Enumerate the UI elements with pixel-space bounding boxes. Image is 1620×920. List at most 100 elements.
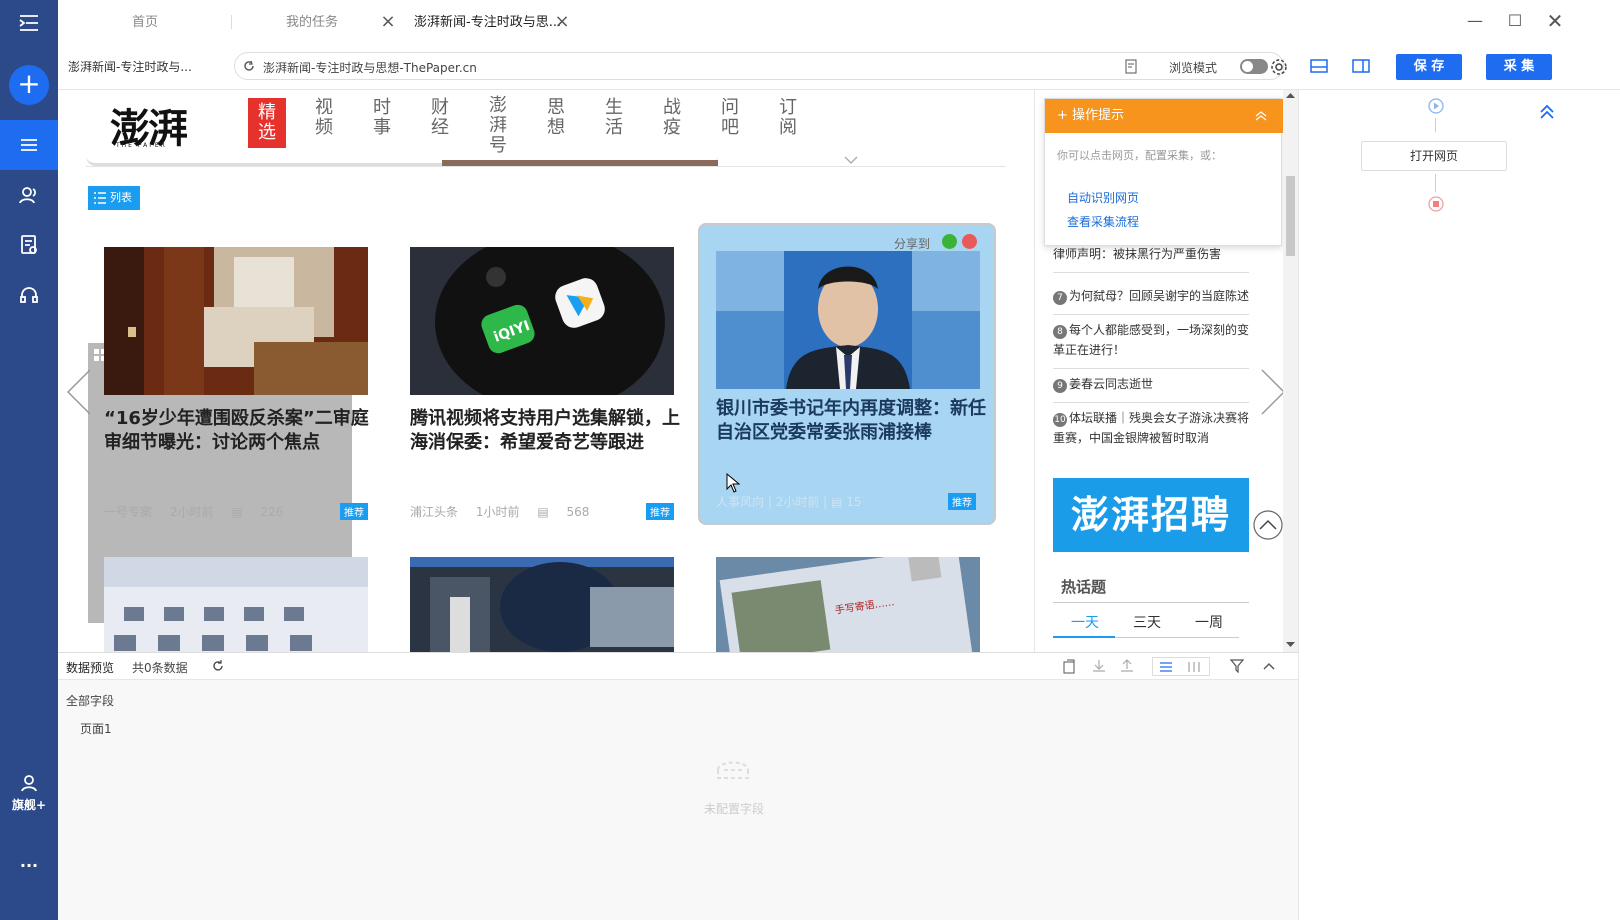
nav-label: 生活 (605, 97, 623, 138)
rank-number: 7 (1053, 291, 1067, 305)
layout-right-icon[interactable] (1352, 58, 1370, 74)
open-page-node[interactable]: 打开网页 (1361, 141, 1507, 171)
rank-text: 每个人都能感受到，一场深刻的变革正在进行！ (1053, 323, 1250, 357)
reload-icon (244, 60, 254, 71)
close-window-icon[interactable]: ✕ (1540, 8, 1570, 34)
news-card[interactable]: iQIYI 腾讯视频将支持用户选集解锁，上海消保委：希望爱奇艺等跟进 浦江头条 … (410, 247, 680, 527)
people-icon (19, 187, 36, 204)
rank-text: 律师声明：被抹黑行为严重伤害 (1053, 247, 1222, 261)
weibo-share-icon[interactable] (962, 234, 977, 249)
hot-tab-three-days[interactable]: 三天 (1133, 612, 1161, 632)
maximize-icon[interactable]: ☐ (1500, 8, 1530, 34)
collapse-up-icon[interactable] (1539, 104, 1555, 120)
rank-text: 为何弑母？回顾吴谢宇的当庭陈述 (1069, 289, 1250, 303)
tab-thepaper[interactable]: 澎湃新闻-专注时政与思... (414, 0, 561, 46)
nav-item-ask[interactable]: 问吧 (710, 98, 750, 138)
news-time: 2小时前 (775, 495, 820, 509)
nav-item-pengpai-hao[interactable]: 澎湃号 (478, 96, 518, 156)
recruit-banner[interactable]: 澎湃招聘 (1053, 478, 1249, 552)
nav-item-thought[interactable]: 思想 (536, 98, 576, 138)
page1-tab[interactable]: 页面1 (80, 720, 112, 737)
news-card-highlighted[interactable]: 分享到 银川市委书记年内再度调整：新任自治区党委常委张雨浦接棒 人事风向 | 2… (698, 223, 996, 525)
save-button[interactable]: 保 存 (1396, 54, 1462, 80)
news-source[interactable]: 一号专案 (104, 505, 152, 519)
browse-mode-label: 浏览模式 (1169, 61, 1218, 75)
rank-item[interactable]: 7 为何弑母？回顾吴谢宇的当庭陈述 (1053, 286, 1249, 315)
comment-icon: ▤ (231, 505, 243, 519)
more-options-button[interactable]: ... (0, 852, 58, 871)
auto-detect-link[interactable]: 自动识别网页 (1067, 189, 1139, 206)
news-source[interactable]: 浦江头条 (410, 505, 458, 519)
nav-item-finance[interactable]: 财经 (420, 98, 460, 138)
hot-tab-indicator (1053, 636, 1115, 638)
vertical-scrollbar[interactable] (1283, 90, 1298, 652)
rank-item[interactable]: 律师声明：被抹黑行为严重伤害 (1053, 244, 1249, 273)
export-icon[interactable] (1062, 659, 1076, 674)
nav-item-life[interactable]: 生活 (594, 98, 634, 138)
expand-up-icon[interactable] (1262, 659, 1276, 673)
columns-view-icon[interactable] (1187, 661, 1201, 673)
news-image (716, 251, 980, 389)
nav-item-featured[interactable]: 精选 (248, 98, 286, 148)
stop-icon[interactable] (1428, 196, 1444, 212)
news-meta: 人事风向 | 2小时前 | ▤ 15 (716, 495, 862, 509)
menu-toggle-icon[interactable] (0, 0, 58, 46)
view-flow-link[interactable]: 查看采集流程 (1067, 213, 1139, 230)
nav-item-video[interactable]: 视频 (304, 98, 344, 138)
news-title[interactable]: 银川市委书记年内再度调整：新任自治区党委常委张雨浦接棒 (716, 397, 986, 445)
minimize-icon[interactable]: — (1460, 8, 1490, 34)
news-comment-count: 226 (260, 505, 284, 519)
carousel-prev-icon[interactable] (64, 368, 94, 416)
view-list-label: 列表 (110, 191, 132, 204)
nav-item-subscribe[interactable]: 订阅 (768, 98, 808, 138)
browse-mode-toggle[interactable] (1240, 59, 1268, 74)
nav-item-epidemic[interactable]: 战疫 (652, 98, 692, 138)
tips-header[interactable]: + 操作提示 (1045, 99, 1283, 133)
rank-item[interactable]: 9 姜春云同志逝世 (1053, 374, 1249, 403)
all-fields-tab[interactable]: 全部字段 (66, 692, 114, 709)
tab-close-icon[interactable]: × (554, 13, 570, 31)
tab-close-icon[interactable]: × (380, 13, 396, 31)
support-nav-button[interactable] (0, 272, 58, 318)
news-source[interactable]: 人事风向 (716, 495, 764, 509)
task-list-nav-button[interactable] (0, 120, 58, 170)
people-nav-button[interactable] (0, 172, 58, 218)
download-icon[interactable] (1092, 659, 1106, 673)
rank-item[interactable]: 10 体坛联播｜残奥会女子游泳决赛将重赛，中国金银牌被暂时取消 (1053, 408, 1249, 456)
filter-icon[interactable] (1230, 659, 1244, 673)
news-title[interactable]: 腾讯视频将支持用户选集解锁，上海消保委：希望爱奇艺等跟进 (410, 407, 680, 455)
tab-home[interactable]: 首页 (132, 0, 158, 46)
nav-item-current-affairs[interactable]: 时事 (362, 98, 402, 138)
news-comment-count: 15 (846, 495, 862, 509)
scrollbar-thumb[interactable] (1286, 176, 1295, 256)
news-image: iQIYI (410, 247, 674, 395)
refresh-icon[interactable] (212, 660, 224, 672)
rank-item[interactable]: 8 每个人都能感受到，一场深刻的变革正在进行！ (1053, 320, 1249, 369)
new-task-button[interactable]: + (9, 65, 49, 105)
play-icon[interactable] (1428, 98, 1444, 114)
url-bar[interactable]: 澎湃新闻-专注时政与思想-ThePaper.cn 浏览模式 (234, 52, 1284, 80)
news-title[interactable]: “16岁少年遭围殴反杀案”二审庭审细节曝光：讨论两个焦点 (104, 407, 374, 455)
tips-text: 你可以点击网页，配置采集，或： (1057, 149, 1222, 162)
layout-bottom-icon[interactable] (1310, 58, 1328, 74)
gear-icon[interactable] (1270, 58, 1288, 76)
site-logo[interactable]: 澎湃 THE PAPER (110, 96, 202, 152)
view-list-button[interactable]: 列表 (88, 186, 140, 210)
wechat-share-icon[interactable] (942, 234, 957, 249)
collect-button[interactable]: 采 集 (1486, 54, 1552, 80)
hot-tab-day[interactable]: 一天 (1071, 612, 1099, 632)
tab-my-tasks[interactable]: 我的任务 (286, 0, 338, 46)
scroll-up-icon[interactable] (1286, 92, 1295, 98)
empty-state-icon (717, 761, 749, 779)
hot-tab-week[interactable]: 一周 (1195, 612, 1223, 632)
chevron-up-icon[interactable] (1255, 111, 1267, 121)
rows-view-icon[interactable] (1159, 661, 1173, 673)
flow-connector (1435, 174, 1436, 192)
chevron-down-icon[interactable] (844, 156, 858, 164)
news-card[interactable]: “16岁少年遭围殴反杀案”二审庭审细节曝光：讨论两个焦点 一号专案 2小时前 ▤… (104, 247, 369, 527)
scroll-down-icon[interactable] (1286, 642, 1295, 648)
upload-icon[interactable] (1120, 659, 1134, 673)
document-nav-button[interactable] (0, 222, 58, 268)
operation-tips-panel: + 操作提示 你可以点击网页，配置采集，或： 自动识别网页 查看采集流程 (1044, 98, 1283, 246)
back-to-top-icon[interactable] (1253, 510, 1283, 540)
